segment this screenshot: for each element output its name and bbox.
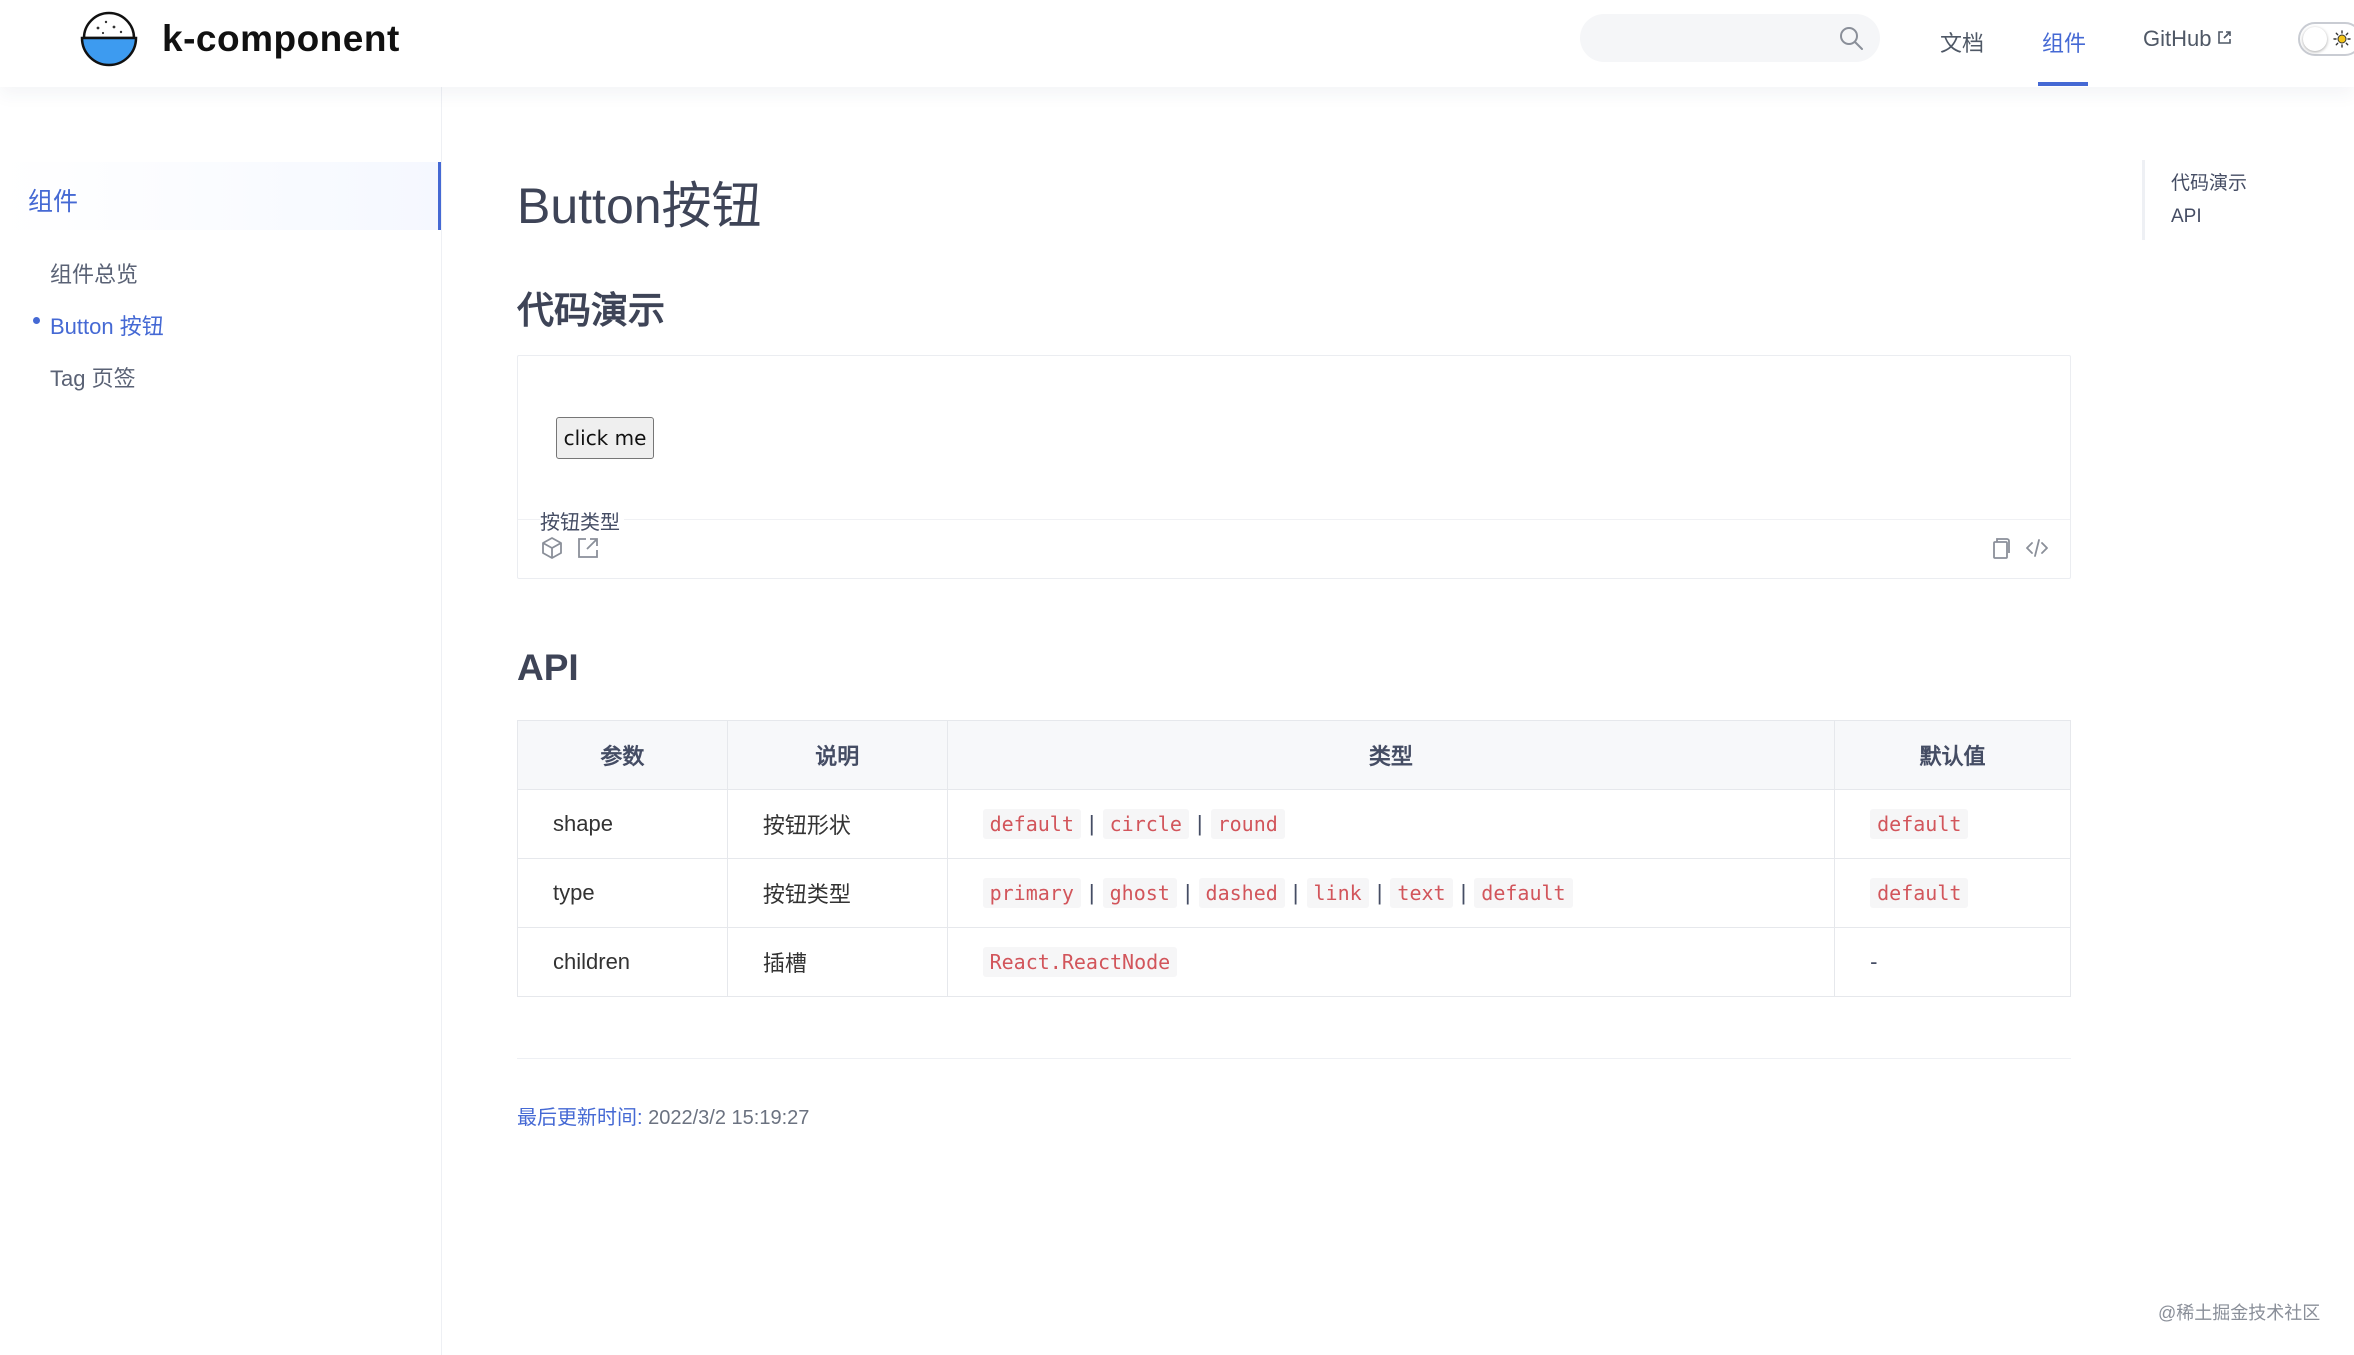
demo-box: click me 按钮类型 xyxy=(517,355,2071,579)
watermark: @稀土掘金技术社区 xyxy=(2158,1303,2321,1323)
rice-bowl-logo-icon[interactable] xyxy=(76,8,142,74)
toc-item-demo[interactable]: 代码演示 xyxy=(2171,168,2247,195)
table-row: shape 按钮形状 default | circle | round default xyxy=(517,789,2071,859)
active-dot-icon xyxy=(33,317,40,324)
type-separator: | xyxy=(1184,880,1191,905)
type-value: circle xyxy=(1102,809,1189,839)
demo-caption: 按钮类型 xyxy=(540,506,624,535)
show-code-icon[interactable] xyxy=(2025,536,2049,560)
desc-cell: 按钮形状 xyxy=(726,789,948,859)
search-icon[interactable] xyxy=(1838,25,1864,51)
last-updated-label: 最后更新时间: xyxy=(517,1107,643,1129)
copy-code-icon[interactable] xyxy=(1988,536,2012,560)
table-row: type 按钮类型 primary | ghost | dashed | link | text… xyxy=(517,858,2071,928)
nav-active-indicator xyxy=(2038,82,2088,86)
type-value: round xyxy=(1210,809,1285,839)
sun-icon xyxy=(2333,30,2351,48)
nav-components[interactable]: 组件 xyxy=(2042,26,2086,58)
table-header: 说明 xyxy=(726,720,948,790)
toggle-knob xyxy=(2303,27,2327,51)
table-header-row: 参数 说明 类型 默认值 xyxy=(517,720,2071,790)
sidebar-group-label: 组件 xyxy=(28,188,79,216)
table-header: 类型 xyxy=(946,720,1836,790)
default-value: default xyxy=(1870,878,1969,908)
type-value: React.ReactNode xyxy=(982,947,1178,977)
type-separator: | xyxy=(1460,880,1467,905)
default-value: default xyxy=(1870,809,1969,839)
demo-click-button[interactable]: click me xyxy=(556,417,654,459)
param-cell: children xyxy=(517,927,728,997)
top-header: k-component 文档 组件 GitHub xyxy=(0,0,2354,87)
type-value: dashed xyxy=(1198,878,1285,908)
desc-cell: 插槽 xyxy=(726,927,948,997)
section-title-api: API xyxy=(517,647,579,688)
type-separator: | xyxy=(1196,811,1203,836)
default-cell: default xyxy=(1834,858,2071,928)
sidebar-item-tag[interactable]: Tag 页签 xyxy=(50,361,136,393)
api-table: 参数 说明 类型 默认值 shape 按钮形状 default | circle | r… xyxy=(517,720,2071,997)
api-table-body: shape 按钮形状 default | circle | round default … xyxy=(517,789,2071,997)
sidebar-item-overview[interactable]: 组件总览 xyxy=(50,257,138,289)
brand-title[interactable]: k-component xyxy=(162,18,400,60)
last-updated: 最后更新时间: 2022/3/2 15:19:27 xyxy=(517,1101,809,1130)
external-link-icon xyxy=(2218,31,2232,44)
type-value: primary xyxy=(982,878,1081,908)
nav-github[interactable]: GitHub xyxy=(2143,26,2232,52)
type-separator: | xyxy=(1376,880,1383,905)
section-title-demo: 代码演示 xyxy=(517,290,665,331)
type-separator: | xyxy=(1088,880,1095,905)
nav-github-label: GitHub xyxy=(2143,26,2212,51)
default-cell: - xyxy=(1834,927,2071,997)
param-cell: shape xyxy=(517,789,728,859)
table-header: 参数 xyxy=(517,720,728,790)
type-separator: | xyxy=(1088,811,1095,836)
theme-toggle[interactable] xyxy=(2298,22,2354,56)
toc-item-api[interactable]: API xyxy=(2171,206,2202,228)
sidebar-item-button[interactable]: Button 按钮 xyxy=(50,309,164,341)
type-value: default xyxy=(982,809,1081,839)
sidebar-group-components[interactable]: 组件 xyxy=(0,162,441,230)
nav-docs[interactable]: 文档 xyxy=(1940,26,1984,58)
type-value: text xyxy=(1390,878,1453,908)
type-value: ghost xyxy=(1102,878,1177,908)
demo-divider xyxy=(518,519,2070,520)
default-value: - xyxy=(1870,949,1878,974)
table-row: children 插槽 React.ReactNode - xyxy=(517,927,2071,997)
type-value: default xyxy=(1474,878,1573,908)
footer-divider xyxy=(517,1058,2071,1059)
table-of-contents: 代码演示 API xyxy=(2142,160,2342,240)
desc-cell: 按钮类型 xyxy=(726,858,948,928)
codesandbox-icon[interactable] xyxy=(540,536,564,560)
table-header: 默认值 xyxy=(1834,720,2071,790)
page-title: Button按钮 xyxy=(517,178,762,234)
last-updated-time: 2022/3/2 15:19:27 xyxy=(648,1107,810,1129)
type-separator: | xyxy=(1292,880,1299,905)
type-value: link xyxy=(1306,878,1369,908)
type-cell: default | circle | round xyxy=(946,789,1836,859)
open-external-icon[interactable] xyxy=(576,536,600,560)
type-cell: primary | ghost | dashed | link | text | default xyxy=(946,858,1836,928)
type-cell: React.ReactNode xyxy=(946,927,1836,997)
default-cell: default xyxy=(1834,789,2071,859)
param-cell: type xyxy=(517,858,728,928)
sidebar: 组件 组件总览 Button 按钮 Tag 页签 xyxy=(0,87,442,1355)
search-input[interactable] xyxy=(1580,14,1880,62)
